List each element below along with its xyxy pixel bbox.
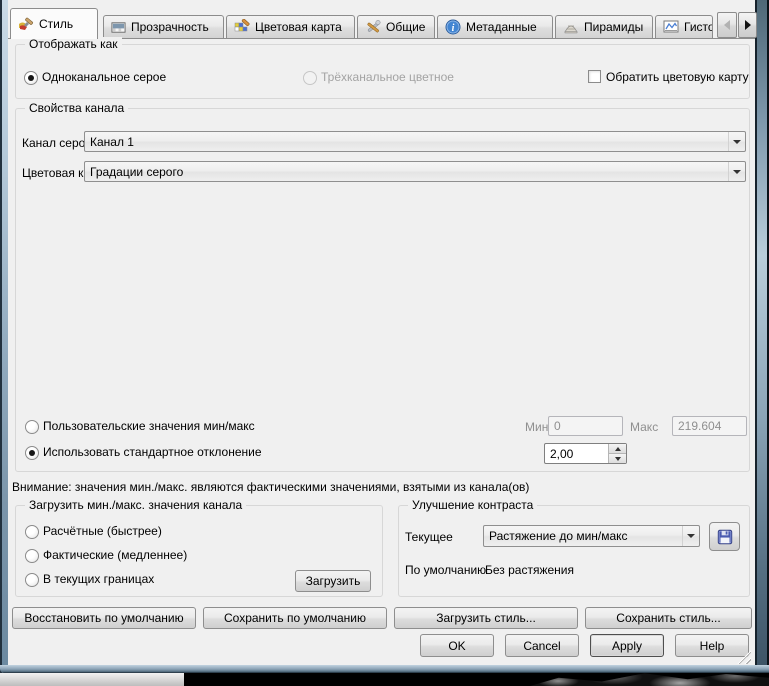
current-extent-label: В текущих границах (43, 572, 154, 586)
stddev-radio[interactable] (25, 446, 39, 460)
custom-minmax-radio[interactable] (25, 420, 39, 434)
group-title: Улучшение контраста (408, 498, 537, 512)
tab-label: Гисто (684, 20, 713, 34)
min-value: 0 (554, 419, 561, 433)
tab-label: Прозрачность (131, 20, 209, 34)
tab-metadata[interactable]: i Метаданные (437, 15, 553, 38)
histogram-icon (663, 19, 679, 35)
load-style-button[interactable]: Загрузить стиль... (394, 607, 578, 629)
spin-down-button[interactable] (609, 454, 626, 463)
scroll-right-icon (745, 20, 751, 30)
actual-radio[interactable] (25, 549, 39, 563)
max-field: 219.604 (672, 416, 747, 436)
chevron-down-icon (728, 162, 745, 181)
threeband-color-radio (303, 71, 317, 85)
restore-defaults-label: Восстановить по умолчанию (24, 611, 183, 625)
tab-pyramids[interactable]: Пирамиды (555, 15, 653, 38)
stddev-value: 2,00 (545, 444, 608, 463)
estimate-radio[interactable] (25, 525, 39, 539)
group-title: Свойства канала (25, 101, 128, 115)
help-label: Help (700, 639, 725, 653)
backdrop-raster-texture (530, 671, 769, 686)
current-contrast-label: Текущее (405, 530, 453, 544)
contrast-value: Растяжение до мин/макс (484, 529, 682, 543)
save-contrast-button[interactable] (709, 522, 740, 551)
dialog-content: Стиль Прозрачность (8, 0, 755, 665)
threeband-color-label: Трёхканальное цветное (321, 70, 454, 84)
window-border-bottom (0, 665, 769, 673)
max-label: Макс (630, 420, 658, 434)
chevron-down-icon (682, 526, 699, 546)
tab-scroll-right-button[interactable] (738, 12, 757, 38)
tab-histogram[interactable]: Гисто (655, 15, 713, 38)
stddev-spinner[interactable]: 2,00 (544, 443, 627, 464)
group-title: Отображать как (25, 37, 122, 51)
tab-general[interactable]: Общие (357, 15, 435, 38)
tab-transparency[interactable]: Прозрачность (103, 15, 224, 38)
tab-label: Метаданные (466, 20, 537, 34)
backdrop-gray-strip (0, 673, 184, 686)
ok-button[interactable]: OK (420, 634, 494, 657)
svg-text:i: i (452, 23, 455, 34)
cancel-button[interactable]: Cancel (505, 634, 579, 657)
scroll-left-icon (724, 20, 730, 30)
colormap-value: Градации серого (85, 165, 728, 179)
apply-button[interactable]: Apply (590, 634, 664, 657)
stddev-label: Использовать стандартное отклонение (43, 445, 262, 459)
tools-icon (365, 19, 381, 35)
load-button-label: Загрузить (306, 574, 361, 588)
min-label: Мин (525, 420, 548, 434)
tab-label: Пирамиды (584, 20, 643, 34)
tab-label: Общие (386, 20, 425, 34)
pyramid-icon (563, 19, 579, 35)
tab-scroll-left-button (717, 12, 737, 38)
custom-minmax-label: Пользовательские значения мин/макс (43, 419, 255, 433)
contrast-select[interactable]: Растяжение до мин/макс (483, 525, 700, 547)
singleband-gray-label: Одноканальное серое (42, 70, 166, 84)
paintbrush-icon (18, 16, 34, 32)
group-title: Загрузить мин./макс. значения канала (25, 498, 246, 512)
transparency-icon (111, 20, 126, 35)
colormap-select[interactable]: Градации серого (84, 161, 746, 182)
minmax-warning-text: Внимание: значения мин./макс. являются ф… (12, 480, 529, 494)
restore-defaults-button[interactable]: Восстановить по умолчанию (12, 607, 196, 629)
chevron-down-icon (728, 132, 745, 151)
save-as-default-button[interactable]: Сохранить по умолчанию (203, 607, 387, 629)
load-button[interactable]: Загрузить (295, 570, 371, 592)
singleband-gray-radio[interactable] (24, 71, 38, 85)
tab-style[interactable]: Стиль (10, 8, 98, 39)
cancel-label: Cancel (523, 639, 560, 653)
tab-colormap[interactable]: Цветовая карта (226, 15, 355, 38)
ok-label: OK (448, 639, 465, 653)
gray-band-value: Канал 1 (85, 135, 728, 149)
raster-properties-dialog: Стиль Прозрачность (0, 0, 769, 673)
tab-label: Стиль (39, 17, 73, 31)
save-style-button[interactable]: Сохранить стиль... (585, 607, 752, 629)
window-border-right (755, 0, 769, 673)
colormap-icon (234, 19, 250, 35)
help-button[interactable]: Help (675, 634, 749, 657)
window-border-left (0, 0, 8, 673)
min-field: 0 (548, 416, 623, 436)
load-style-label: Загрузить стиль... (436, 611, 536, 625)
actual-label: Фактические (медленнее) (43, 548, 187, 562)
spin-up-button[interactable] (609, 444, 626, 454)
max-value: 219.604 (678, 419, 721, 433)
estimate-label: Расчётные (быстрее) (43, 524, 162, 538)
save-as-default-label: Сохранить по умолчанию (224, 611, 366, 625)
floppy-save-icon (716, 528, 734, 546)
save-style-label: Сохранить стиль... (616, 611, 720, 625)
info-icon: i (445, 19, 461, 35)
gray-band-select[interactable]: Канал 1 (84, 131, 746, 152)
default-contrast-value: Без растяжения (485, 563, 574, 577)
contrast-enhancement-group: Улучшение контраста (398, 505, 750, 597)
tab-label: Цветовая карта (255, 20, 342, 34)
invert-colormap-label: Обратить цветовую карту (606, 70, 749, 84)
invert-colormap-checkbox[interactable] (588, 70, 601, 83)
apply-label: Apply (612, 639, 642, 653)
current-extent-radio[interactable] (25, 573, 39, 587)
screen: Стиль Прозрачность (0, 0, 769, 686)
default-contrast-label: По умолчанию (405, 563, 486, 577)
